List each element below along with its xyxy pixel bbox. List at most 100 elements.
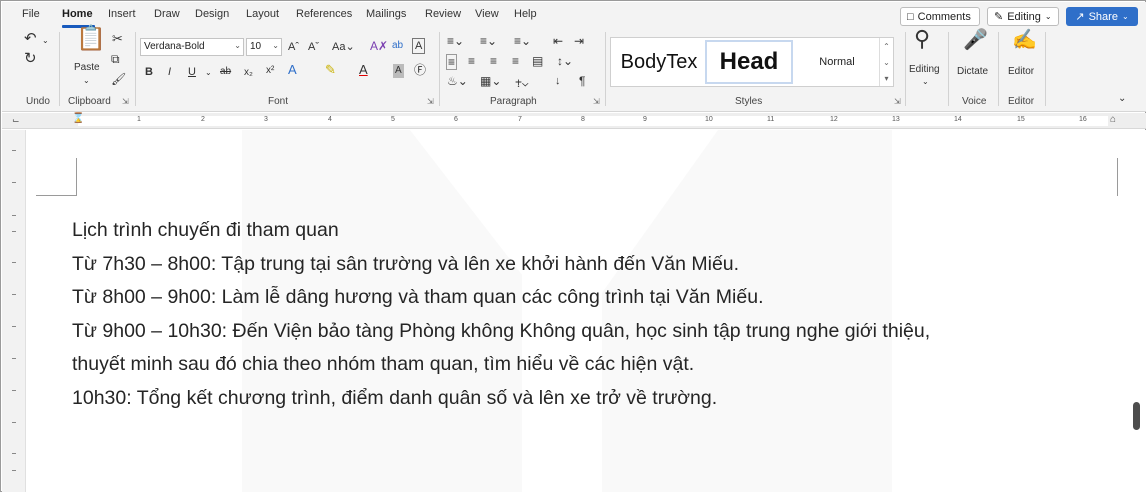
increase-indent-icon[interactable]: ⇥ [574, 34, 584, 48]
tab-review[interactable]: Review [425, 8, 461, 20]
scrollbar-thumb[interactable] [1133, 402, 1140, 430]
character-border-icon[interactable]: A [412, 38, 426, 54]
ruler-number: 16 [1079, 116, 1087, 123]
change-case-icon[interactable]: Aa⌄ [332, 40, 355, 54]
font-size-box[interactable]: 10 ⌄ [246, 38, 282, 56]
editor-pen-icon[interactable]: ✍ [1012, 30, 1037, 50]
chevron-down-icon[interactable]: ⌄ [922, 75, 929, 89]
ruler-number: 4 [328, 116, 332, 123]
phonetic-guide-icon[interactable]: ab [392, 39, 403, 53]
style-bodytext[interactable]: BodyTex [613, 40, 705, 84]
tab-mailings[interactable]: Mailings [366, 8, 406, 20]
paste-button-label[interactable]: Paste [74, 61, 100, 75]
align-center-icon[interactable]: ≡ [468, 54, 475, 68]
cut-icon[interactable]: ✂ [112, 32, 123, 46]
ruler-number: 1 [137, 116, 141, 123]
font-color-icon[interactable]: A [359, 63, 368, 77]
enclose-characters-icon[interactable]: Ⓕ [414, 63, 426, 77]
comments-button[interactable]: □ Comments [900, 7, 980, 26]
tab-home[interactable]: Home [62, 8, 93, 20]
chevron-up-icon[interactable]: ⌃ [883, 42, 890, 51]
strikethrough-icon[interactable]: ab [220, 65, 231, 79]
dictate-button-label[interactable]: Dictate [957, 65, 988, 79]
text-effects-icon[interactable]: A [288, 63, 297, 77]
tab-insert[interactable]: Insert [108, 8, 136, 20]
search-icon[interactable]: ⚲ [914, 28, 930, 50]
show-formatting-marks-icon[interactable]: ¶ [579, 74, 585, 88]
bullets-icon[interactable]: ≡⌄ [447, 34, 464, 48]
horizontal-ruler[interactable]: ⌙ ⌛ 1 2 3 4 5 6 7 8 9 10 11 12 13 14 15 … [2, 113, 1146, 129]
tab-draw[interactable]: Draw [154, 8, 180, 20]
borders-icon[interactable]: ▦⌄ [480, 74, 501, 88]
tab-layout[interactable]: Layout [246, 8, 279, 20]
justify-icon[interactable]: ≡ [512, 54, 519, 68]
align-right-icon[interactable]: ≡ [490, 54, 497, 68]
chevron-down-icon[interactable]: ⌄ [42, 34, 49, 48]
group-divider [605, 32, 606, 106]
undo-icon[interactable]: ↶ [24, 31, 37, 46]
styles-group-label: Styles [735, 96, 763, 107]
grow-font-icon[interactable]: Aˆ [288, 40, 299, 54]
font-group-label: Font [268, 96, 289, 107]
subscript-icon[interactable]: x₂ [244, 66, 253, 80]
microphone-icon[interactable]: 🎤 [963, 30, 988, 50]
share-button[interactable]: ↗ Share ⌄ [1066, 7, 1138, 26]
editing-mode-label: Editing [1007, 10, 1041, 23]
align-left-icon[interactable]: ≡ [446, 54, 458, 70]
document-area[interactable]: Lịch trình chuyến đi tham quan Từ 7h30 –… [2, 130, 1146, 492]
vertical-ruler[interactable] [2, 130, 26, 492]
vertical-scrollbar[interactable] [1129, 130, 1146, 492]
decrease-indent-icon[interactable]: ⇤ [553, 34, 563, 48]
format-painter-icon[interactable]: 🖌 [111, 72, 126, 86]
document-body[interactable]: Lịch trình chuyến đi tham quan Từ 7h30 –… [72, 214, 1122, 415]
paste-icon[interactable]: 📋 [76, 27, 106, 51]
editor-button-label[interactable]: Editor [1008, 65, 1034, 79]
asian-layout-icon[interactable]: ⨥⌄ [515, 74, 529, 88]
tab-file[interactable]: File [22, 8, 40, 20]
line-spacing-icon[interactable]: ↕⌄ [557, 54, 573, 68]
more-styles-icon[interactable]: ▾ [884, 74, 888, 83]
character-shading-icon[interactable]: A [393, 64, 404, 78]
shading-icon[interactable]: ♨⌄ [447, 74, 468, 88]
sort-icon[interactable]: ↓ [555, 74, 561, 88]
copy-icon[interactable]: ⧉ [111, 52, 120, 66]
tab-references[interactable]: References [296, 8, 352, 20]
chevron-down-icon[interactable]: ⌄ [83, 74, 90, 88]
ruler-number: 6 [454, 116, 458, 123]
underline-icon[interactable]: U [188, 65, 196, 79]
highlight-color-icon[interactable]: ✎ [325, 63, 336, 77]
font-name-box[interactable]: Verdana-Bold ⌄ [140, 38, 244, 56]
shrink-font-icon[interactable]: Aˇ [308, 40, 319, 54]
tab-selector-icon[interactable]: ⌙ [12, 115, 20, 126]
tab-help[interactable]: Help [514, 8, 537, 20]
word-window: File Home Insert Draw Design Layout Refe… [0, 0, 1146, 492]
multilevel-list-icon[interactable]: ≡⌄ [514, 34, 531, 48]
dialog-launcher-icon[interactable]: ⇲ [122, 97, 129, 106]
tab-design[interactable]: Design [195, 8, 229, 20]
tab-view[interactable]: View [475, 8, 499, 20]
dialog-launcher-icon[interactable]: ⇲ [427, 97, 434, 106]
style-normal[interactable]: Normal [795, 40, 879, 84]
chevron-down-icon[interactable]: ⌄ [883, 58, 890, 67]
bold-icon[interactable]: B [145, 65, 153, 79]
italic-icon[interactable]: I [168, 65, 171, 79]
ruler-number: 15 [1017, 116, 1025, 123]
dialog-launcher-icon[interactable]: ⇲ [894, 97, 901, 106]
style-head[interactable]: Head [705, 40, 793, 84]
right-indent-marker-icon[interactable]: ⌂ [1110, 114, 1116, 125]
ruler-number: 12 [830, 116, 838, 123]
editing-mode-button[interactable]: ✎ Editing ⌄ [987, 7, 1059, 26]
dialog-launcher-icon[interactable]: ⇲ [593, 97, 600, 106]
chevron-down-icon[interactable]: ⌄ [205, 66, 212, 80]
ruler-number: 3 [264, 116, 268, 123]
numbering-icon[interactable]: ≡⌄ [480, 34, 497, 48]
superscript-icon[interactable]: x² [266, 64, 274, 78]
ruler-number: 9 [643, 116, 647, 123]
distributed-icon[interactable]: ▤ [532, 54, 543, 68]
collapse-ribbon-icon[interactable]: ⌄ [1118, 92, 1126, 106]
clear-formatting-icon[interactable]: A✗ [370, 39, 388, 53]
group-divider [948, 32, 949, 106]
redo-icon[interactable]: ↻ [24, 51, 37, 66]
styles-scroller[interactable]: ⌃ ⌄ ▾ [879, 38, 893, 86]
indent-marker-icon[interactable]: ⌛ [72, 113, 84, 124]
